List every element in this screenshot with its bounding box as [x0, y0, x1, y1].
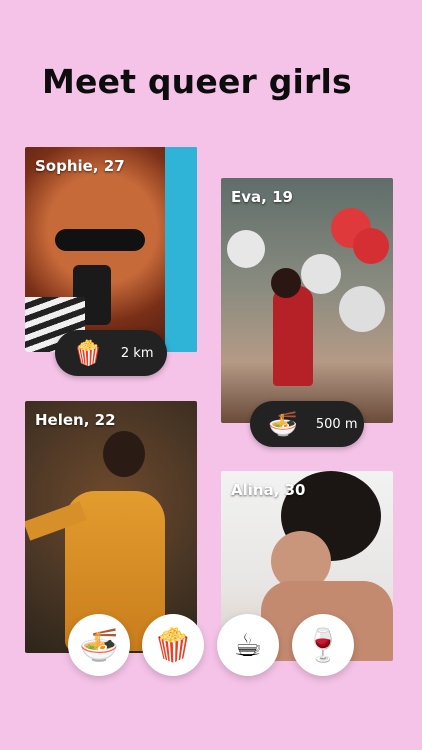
noodles-icon: 🍜 — [268, 410, 298, 438]
profile-name: Helen, 22 — [35, 411, 116, 429]
profile-name: Sophie, 27 — [35, 157, 125, 175]
profile-photo — [25, 147, 197, 352]
popcorn-icon[interactable]: 🍿 — [142, 614, 204, 676]
profile-card-sophie[interactable]: Sophie, 27 — [25, 147, 197, 352]
distance-label: 500 m — [315, 416, 358, 432]
noodles-icon[interactable]: 🍜 — [68, 614, 130, 676]
profile-card-eva[interactable]: Eva, 19 — [221, 178, 393, 423]
popcorn-icon: 🍿 — [73, 339, 103, 367]
distance-pill-sophie: 🍿 2 km — [55, 330, 167, 376]
headline: Meet queer girls — [42, 62, 352, 101]
distance-label: 2 km — [120, 345, 154, 361]
distance-pill-eva: 🍜 500 m — [250, 401, 364, 447]
profile-name: Alina, 30 — [231, 481, 306, 499]
wine-icon[interactable]: 🍷 — [292, 614, 354, 676]
profile-photo — [221, 178, 393, 423]
coffee-icon[interactable]: ☕ — [217, 614, 279, 676]
profile-name: Eva, 19 — [231, 188, 293, 206]
